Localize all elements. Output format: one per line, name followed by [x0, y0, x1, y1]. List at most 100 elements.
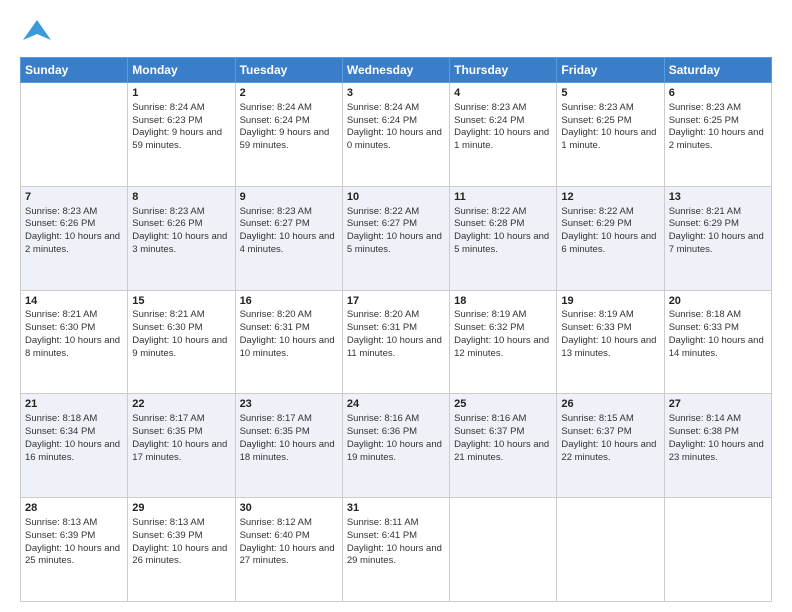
sunset-text: Sunset: 6:31 PM [347, 322, 445, 335]
daylight-text: Daylight: 10 hours and 10 minutes. [240, 335, 338, 361]
sunrise-text: Sunrise: 8:16 AM [347, 413, 445, 426]
calendar-header-row: SundayMondayTuesdayWednesdayThursdayFrid… [21, 58, 772, 83]
sunrise-text: Sunrise: 8:23 AM [25, 206, 123, 219]
sunset-text: Sunset: 6:33 PM [669, 322, 767, 335]
calendar-cell: 30Sunrise: 8:12 AMSunset: 6:40 PMDayligh… [235, 498, 342, 602]
day-header-saturday: Saturday [664, 58, 771, 83]
calendar-cell: 7Sunrise: 8:23 AMSunset: 6:26 PMDaylight… [21, 186, 128, 290]
sunrise-text: Sunrise: 8:23 AM [454, 102, 552, 115]
daylight-text: Daylight: 10 hours and 13 minutes. [561, 335, 659, 361]
sunset-text: Sunset: 6:30 PM [132, 322, 230, 335]
day-number: 19 [561, 294, 659, 309]
calendar-cell: 2Sunrise: 8:24 AMSunset: 6:24 PMDaylight… [235, 83, 342, 187]
daylight-text: Daylight: 10 hours and 29 minutes. [347, 543, 445, 569]
day-number: 9 [240, 190, 338, 205]
daylight-text: Daylight: 10 hours and 0 minutes. [347, 127, 445, 153]
sunrise-text: Sunrise: 8:24 AM [240, 102, 338, 115]
daylight-text: Daylight: 10 hours and 17 minutes. [132, 439, 230, 465]
daylight-text: Daylight: 10 hours and 3 minutes. [132, 231, 230, 257]
calendar-cell: 21Sunrise: 8:18 AMSunset: 6:34 PMDayligh… [21, 394, 128, 498]
calendar-cell: 25Sunrise: 8:16 AMSunset: 6:37 PMDayligh… [450, 394, 557, 498]
logo [20, 18, 51, 47]
day-number: 27 [669, 397, 767, 412]
sunset-text: Sunset: 6:38 PM [669, 426, 767, 439]
sunrise-text: Sunrise: 8:21 AM [669, 206, 767, 219]
sunset-text: Sunset: 6:41 PM [347, 530, 445, 543]
daylight-text: Daylight: 10 hours and 2 minutes. [25, 231, 123, 257]
calendar-cell: 5Sunrise: 8:23 AMSunset: 6:25 PMDaylight… [557, 83, 664, 187]
sunset-text: Sunset: 6:32 PM [454, 322, 552, 335]
sunset-text: Sunset: 6:39 PM [25, 530, 123, 543]
calendar-cell [664, 498, 771, 602]
daylight-text: Daylight: 10 hours and 14 minutes. [669, 335, 767, 361]
daylight-text: Daylight: 10 hours and 6 minutes. [561, 231, 659, 257]
header [20, 18, 772, 47]
calendar-cell: 16Sunrise: 8:20 AMSunset: 6:31 PMDayligh… [235, 290, 342, 394]
sunrise-text: Sunrise: 8:21 AM [25, 309, 123, 322]
daylight-text: Daylight: 10 hours and 16 minutes. [25, 439, 123, 465]
daylight-text: Daylight: 9 hours and 59 minutes. [240, 127, 338, 153]
day-number: 3 [347, 86, 445, 101]
day-number: 5 [561, 86, 659, 101]
sunrise-text: Sunrise: 8:19 AM [454, 309, 552, 322]
sunrise-text: Sunrise: 8:23 AM [561, 102, 659, 115]
sunset-text: Sunset: 6:35 PM [240, 426, 338, 439]
daylight-text: Daylight: 10 hours and 5 minutes. [347, 231, 445, 257]
daylight-text: Daylight: 10 hours and 21 minutes. [454, 439, 552, 465]
calendar-cell: 8Sunrise: 8:23 AMSunset: 6:26 PMDaylight… [128, 186, 235, 290]
day-number: 23 [240, 397, 338, 412]
sunset-text: Sunset: 6:24 PM [454, 115, 552, 128]
sunrise-text: Sunrise: 8:18 AM [25, 413, 123, 426]
day-number: 10 [347, 190, 445, 205]
sunrise-text: Sunrise: 8:12 AM [240, 517, 338, 530]
sunrise-text: Sunrise: 8:22 AM [454, 206, 552, 219]
sunrise-text: Sunrise: 8:13 AM [132, 517, 230, 530]
sunrise-text: Sunrise: 8:11 AM [347, 517, 445, 530]
day-number: 26 [561, 397, 659, 412]
calendar-week-row: 1Sunrise: 8:24 AMSunset: 6:23 PMDaylight… [21, 83, 772, 187]
daylight-text: Daylight: 10 hours and 1 minute. [561, 127, 659, 153]
day-number: 31 [347, 501, 445, 516]
sunset-text: Sunset: 6:29 PM [561, 218, 659, 231]
day-number: 13 [669, 190, 767, 205]
day-number: 17 [347, 294, 445, 309]
calendar-cell: 10Sunrise: 8:22 AMSunset: 6:27 PMDayligh… [342, 186, 449, 290]
calendar-week-row: 7Sunrise: 8:23 AMSunset: 6:26 PMDaylight… [21, 186, 772, 290]
sunrise-text: Sunrise: 8:16 AM [454, 413, 552, 426]
calendar-week-row: 14Sunrise: 8:21 AM Sunset: 6:30 PM Dayligh… [21, 290, 772, 394]
sunset-text: Sunset: 6:35 PM [132, 426, 230, 439]
day-number: 22 [132, 397, 230, 412]
sunset-text: Sunset: 6:39 PM [132, 530, 230, 543]
daylight-text: Daylight: 10 hours and 5 minutes. [454, 231, 552, 257]
calendar-cell: 3Sunrise: 8:24 AMSunset: 6:24 PMDaylight… [342, 83, 449, 187]
day-header-tuesday: Tuesday [235, 58, 342, 83]
sunrise-text: Sunrise: 8:14 AM [669, 413, 767, 426]
calendar-cell: 19Sunrise: 8:19 AMSunset: 6:33 PMDayligh… [557, 290, 664, 394]
day-number: 29 [132, 501, 230, 516]
day-number: 14 [25, 294, 123, 309]
day-number: 30 [240, 501, 338, 516]
day-number: 8 [132, 190, 230, 205]
daylight-text: Daylight: 10 hours and 23 minutes. [669, 439, 767, 465]
sunrise-text: Sunrise: 8:23 AM [240, 206, 338, 219]
sunrise-text: Sunrise: 8:23 AM [669, 102, 767, 115]
sunset-text: Sunset: 6:26 PM [25, 218, 123, 231]
sunrise-text: Sunrise: 8:20 AM [240, 309, 338, 322]
daylight-text: Daylight: 10 hours and 25 minutes. [25, 543, 123, 569]
calendar-cell: 26Sunrise: 8:15 AMSunset: 6:37 PMDayligh… [557, 394, 664, 498]
calendar-cell: 13Sunrise: 8:21 AMSunset: 6:29 PMDayligh… [664, 186, 771, 290]
day-number: 2 [240, 86, 338, 101]
day-number: 21 [25, 397, 123, 412]
day-header-sunday: Sunday [21, 58, 128, 83]
day-number: 12 [561, 190, 659, 205]
sunrise-text: Sunrise: 8:24 AM [347, 102, 445, 115]
daylight-text: Daylight: 10 hours and 12 minutes. [454, 335, 552, 361]
day-number: 16 [240, 294, 338, 309]
calendar-week-row: 21Sunrise: 8:18 AMSunset: 6:34 PMDayligh… [21, 394, 772, 498]
day-number: 7 [25, 190, 123, 205]
page: SundayMondayTuesdayWednesdayThursdayFrid… [0, 0, 792, 612]
daylight-text: Daylight: 10 hours and 27 minutes. [240, 543, 338, 569]
sunset-text: Sunset: 6:37 PM [561, 426, 659, 439]
sunrise-text: Sunrise: 8:20 AM [347, 309, 445, 322]
daylight-text: Daylight: 10 hours and 1 minute. [454, 127, 552, 153]
